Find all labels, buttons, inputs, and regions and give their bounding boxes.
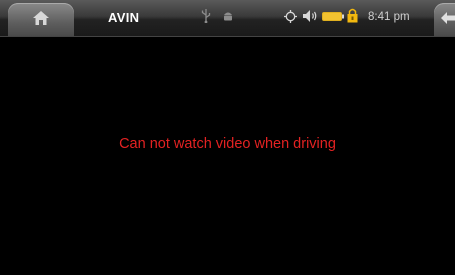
clock: 8:41 pm [368,11,410,23]
video-area [0,37,455,275]
driving-warning-message: Can not watch video when driving [119,136,336,152]
home-icon [33,11,49,25]
status-bar: AVIN 8:41 pm [0,0,455,37]
back-arrow-icon [441,12,455,24]
battery-icon [322,12,344,21]
android-debug-icon [224,12,232,21]
app-title: AVIN [108,10,140,25]
back-button[interactable] [434,3,455,36]
lock-icon [347,8,358,23]
usb-icon [201,9,211,23]
home-button[interactable] [8,3,74,36]
volume-icon [303,10,317,22]
gps-icon [284,10,297,23]
